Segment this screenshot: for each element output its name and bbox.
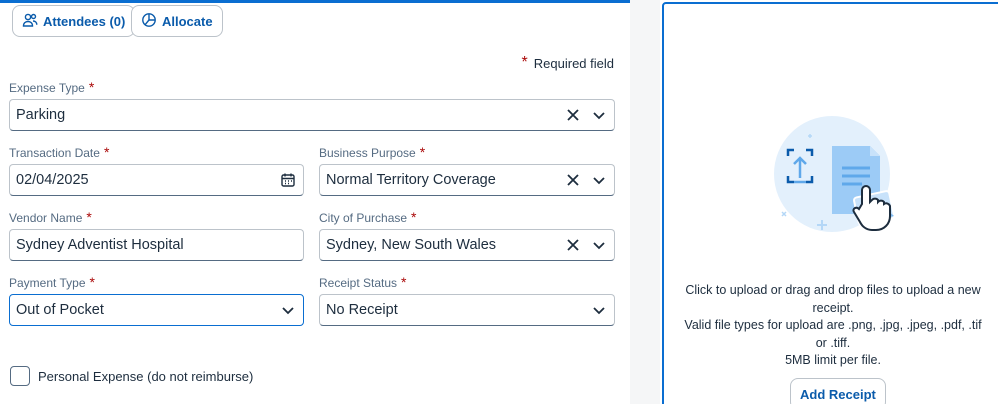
required-asterisk: * — [103, 144, 110, 160]
receipt-status-label-text: Receipt Status — [319, 276, 398, 290]
attendees-icon — [22, 12, 38, 31]
attendees-button[interactable]: Attendees (0) — [12, 5, 136, 37]
vendor-name-input[interactable]: Sydney Adventist Hospital — [9, 229, 304, 261]
required-field-note: * Required field — [522, 55, 614, 71]
allocate-icon — [141, 12, 157, 31]
city-of-purchase-label-text: City of Purchase — [319, 211, 408, 225]
chevron-down-icon[interactable] — [277, 299, 299, 321]
business-purpose-value: Normal Territory Coverage — [326, 172, 496, 188]
file-types-line: Valid file types for upload are .png, .j… — [684, 318, 982, 350]
expense-type-select[interactable]: Parking — [9, 99, 615, 131]
business-purpose-label: Business Purpose * — [319, 144, 426, 160]
required-field-text: Required field — [533, 55, 614, 71]
transaction-date-input[interactable]: 02/04/2025 — [9, 164, 304, 196]
business-purpose-label-text: Business Purpose — [319, 146, 416, 160]
allocate-button[interactable]: Allocate — [131, 5, 223, 37]
required-asterisk: * — [86, 209, 92, 225]
required-asterisk: * — [419, 144, 426, 160]
clear-icon[interactable] — [562, 169, 584, 191]
payment-type-select[interactable]: Out of Pocket — [9, 294, 304, 326]
size-limit-line: 5MB limit per file. — [785, 353, 881, 367]
chevron-down-icon[interactable] — [588, 104, 610, 126]
attendees-label: Attendees (0) — [43, 13, 126, 29]
receipt-upload-dropzone[interactable]: Click to upload or drag and drop files t… — [662, 2, 998, 404]
receipt-status-label: Receipt Status * — [319, 274, 407, 290]
chevron-down-icon[interactable] — [588, 169, 610, 191]
expense-form: Attendees (0) Allocate * Required field … — [0, 0, 630, 404]
calendar-icon[interactable] — [277, 169, 299, 191]
chevron-down-icon[interactable] — [588, 299, 610, 321]
required-asterisk: * — [411, 209, 417, 225]
receipt-status-select[interactable]: No Receipt — [319, 294, 615, 326]
required-asterisk: * — [89, 274, 95, 290]
transaction-date-label-text: Transaction Date — [9, 146, 100, 160]
allocate-label: Allocate — [162, 13, 213, 29]
expense-type-value: Parking — [16, 107, 66, 123]
expense-type-label-text: Expense Type — [9, 81, 85, 95]
transaction-date-value: 02/04/2025 — [16, 172, 89, 188]
receipt-status-value: No Receipt — [326, 302, 398, 318]
vendor-name-label-text: Vendor Name — [9, 211, 83, 225]
city-of-purchase-value: Sydney, New South Wales — [326, 237, 497, 253]
clear-icon[interactable] — [562, 234, 584, 256]
clear-icon[interactable] — [562, 104, 584, 126]
transaction-date-label: Transaction Date * — [9, 144, 110, 160]
city-of-purchase-label: City of Purchase * — [319, 209, 417, 225]
add-receipt-button[interactable]: Add Receipt — [790, 378, 886, 404]
vendor-name-label: Vendor Name * — [9, 209, 92, 225]
personal-expense-label: Personal Expense (do not reimburse) — [38, 369, 254, 384]
personal-expense-checkbox[interactable] — [10, 366, 30, 386]
vendor-name-value: Sydney Adventist Hospital — [16, 237, 184, 253]
upload-instructions: Click to upload or drag and drop files t… — [680, 282, 986, 370]
payment-type-label: Payment Type * — [9, 274, 95, 290]
payment-type-label-text: Payment Type — [9, 276, 86, 290]
expense-type-label: Expense Type * — [9, 79, 95, 95]
chevron-down-icon[interactable] — [588, 234, 610, 256]
upload-instruction-line: Click to upload or drag and drop files t… — [685, 283, 981, 315]
progress-line — [0, 0, 630, 3]
required-asterisk: * — [521, 54, 528, 71]
required-asterisk: * — [401, 274, 407, 290]
upload-receipt-illustration — [774, 116, 895, 232]
payment-type-value: Out of Pocket — [16, 302, 104, 318]
required-asterisk: * — [88, 79, 95, 95]
panel-gutter — [630, 0, 660, 404]
business-purpose-select[interactable]: Normal Territory Coverage — [319, 164, 615, 196]
city-of-purchase-select[interactable]: Sydney, New South Wales — [319, 229, 615, 261]
